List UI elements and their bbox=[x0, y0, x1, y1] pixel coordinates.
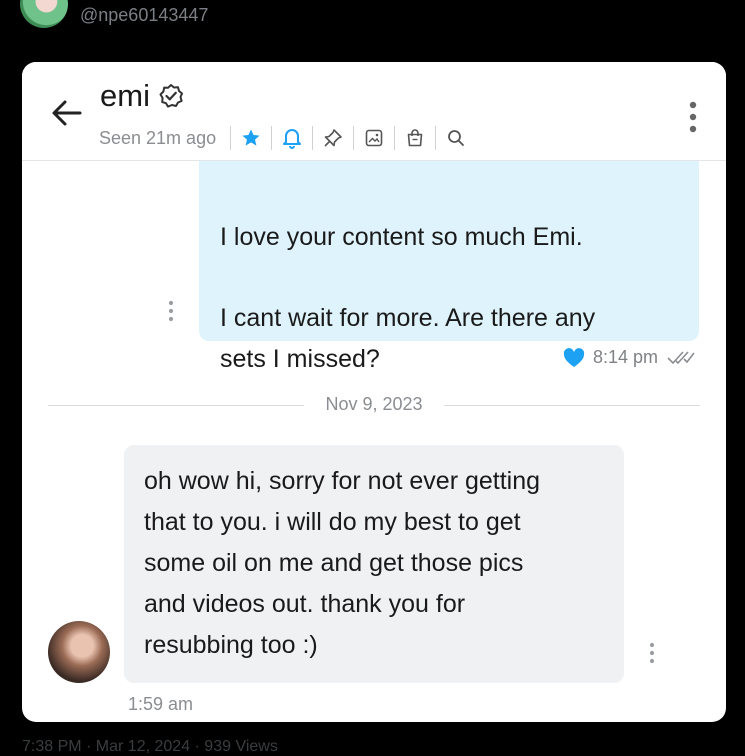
more-options-icon[interactable] bbox=[686, 100, 700, 134]
bag-icon bbox=[407, 129, 423, 147]
message-time: 8:14 pm bbox=[592, 347, 658, 367]
date-separator: Nov 9, 2023 bbox=[48, 392, 700, 418]
chat-toolbar: Seen 21m ago bbox=[99, 124, 472, 152]
contact-name[interactable]: emi bbox=[100, 78, 150, 114]
message-options-icon[interactable] bbox=[167, 300, 175, 322]
message-line: resubbing too :) bbox=[144, 631, 318, 659]
image-icon bbox=[365, 129, 383, 147]
last-seen-status: Seen 21m ago bbox=[99, 127, 217, 148]
toolbar-divider bbox=[435, 126, 437, 150]
double-check-icon bbox=[667, 350, 695, 364]
toolbar-divider bbox=[271, 126, 273, 150]
pin-icon bbox=[324, 129, 342, 147]
search-button[interactable] bbox=[440, 124, 472, 152]
incoming-message-bubble[interactable]: oh wow hi, sorry for not ever getting th… bbox=[124, 445, 624, 683]
chat-header: emi Seen 21m ago bbox=[22, 62, 726, 161]
message-line: oh wow hi, sorry for not ever getting bbox=[144, 467, 541, 495]
pin-button[interactable] bbox=[317, 124, 349, 152]
toolbar-divider bbox=[230, 126, 232, 150]
chat-screenshot: emi Seen 21m ago I love your content so … bbox=[22, 62, 726, 722]
tweet-timestamp[interactable]: 7:38 PM · Mar 12, 2024 · 939 Views bbox=[22, 738, 278, 756]
media-button[interactable] bbox=[358, 124, 390, 152]
toolbar-divider bbox=[312, 126, 314, 150]
notifications-button[interactable] bbox=[276, 124, 308, 152]
message-line: that to you. i will do my best to get bbox=[144, 508, 521, 536]
toolbar-divider bbox=[353, 126, 355, 150]
message-line: I cant wait for more. Are there any bbox=[220, 304, 596, 332]
message-line: some oil on me and get those pics bbox=[144, 549, 524, 577]
purchases-button[interactable] bbox=[399, 124, 431, 152]
contact-name-row: emi bbox=[100, 78, 184, 114]
star-icon bbox=[242, 129, 260, 146]
star-button[interactable] bbox=[235, 124, 267, 152]
back-arrow-icon[interactable] bbox=[50, 96, 84, 130]
toolbar-divider bbox=[394, 126, 396, 150]
search-icon bbox=[448, 130, 464, 146]
sender-avatar[interactable] bbox=[48, 621, 110, 683]
poster-avatar[interactable] bbox=[20, 0, 68, 28]
heart-icon[interactable] bbox=[563, 347, 585, 368]
poster-handle[interactable]: @npe60143447 bbox=[80, 5, 208, 26]
message-time: 1:59 am bbox=[128, 694, 194, 714]
bell-icon bbox=[283, 129, 302, 149]
message-line: and videos out. thank you for bbox=[144, 590, 466, 618]
message-options-icon[interactable] bbox=[648, 642, 656, 664]
tweet-header: @npe60143447 bbox=[0, 0, 745, 40]
verified-badge-icon bbox=[159, 84, 183, 108]
message-line: I love your content so much Emi. bbox=[220, 223, 583, 251]
outgoing-message-meta: 8:14 pm bbox=[563, 347, 696, 368]
date-separator-label: Nov 9, 2023 bbox=[325, 394, 423, 414]
message-line: sets I missed? bbox=[220, 345, 380, 373]
